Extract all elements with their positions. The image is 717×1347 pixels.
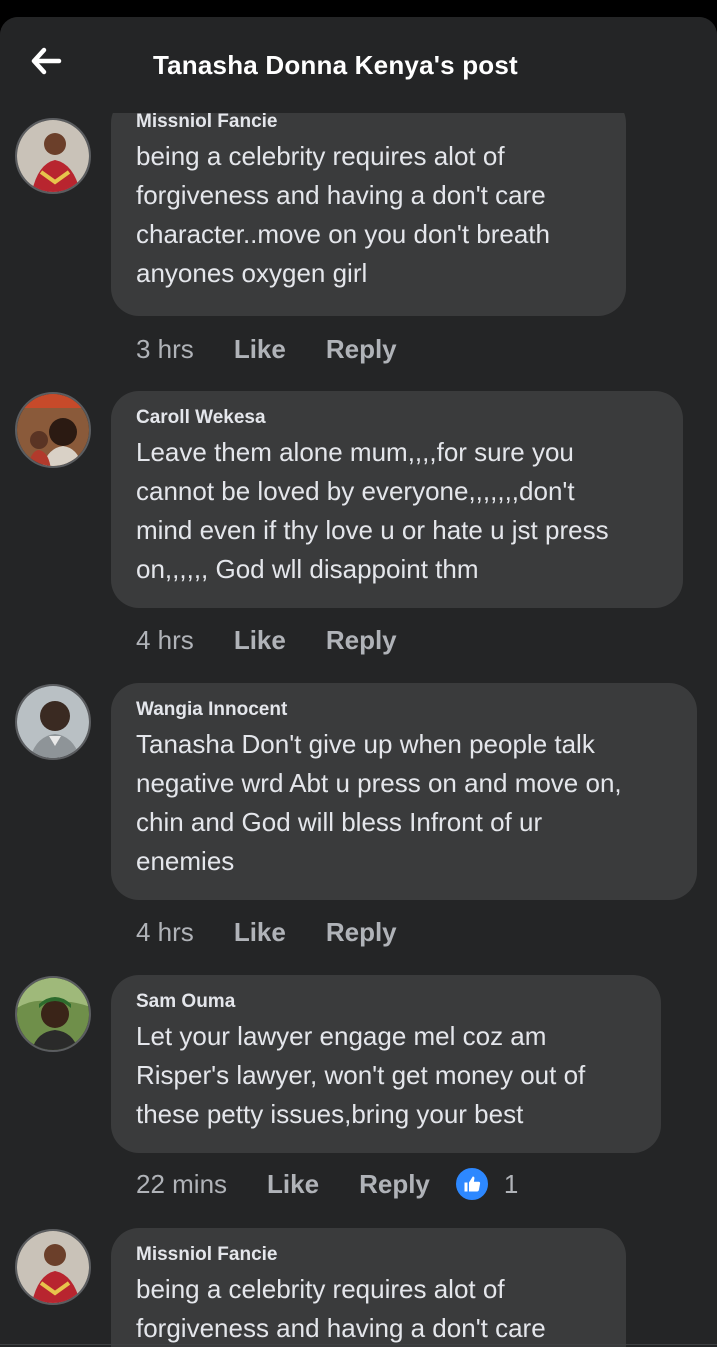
comment-bubble[interactable]: Caroll Wekesa Leave them alone mum,,,,fo… — [111, 391, 683, 608]
thumbs-up-icon — [453, 1166, 490, 1202]
comment-bubble[interactable]: Wangia Innocent Tanasha Don't give up wh… — [111, 683, 697, 900]
comment-time[interactable]: 4 hrs — [136, 917, 194, 948]
comment-line: enemies — [136, 846, 235, 876]
comment-time[interactable]: 4 hrs — [136, 625, 194, 656]
comment-actions: 22 mins Like Reply 1 — [136, 1164, 518, 1204]
top-bar: Tanasha Donna Kenya's post — [0, 17, 717, 113]
comment-bubble[interactable]: Missniol Fancie being a celebrity requir… — [111, 1228, 626, 1347]
comment-text: being a celebrity requires alot of forgi… — [136, 137, 600, 293]
comment-line: Let your lawyer engage mel coz am — [136, 1021, 547, 1051]
comment-line: chin and God will bless Infront of ur — [136, 807, 543, 837]
back-button[interactable] — [22, 41, 70, 81]
avatar[interactable] — [15, 118, 91, 194]
comment-line: on,,,,,, God wll disappoint thm — [136, 554, 479, 584]
comment-author[interactable]: Missniol Fancie — [136, 1242, 600, 1268]
reply-button[interactable]: Reply — [359, 1169, 430, 1200]
comment-text: Let your lawyer engage mel coz am Risper… — [136, 1017, 635, 1134]
avatar[interactable] — [15, 1229, 91, 1305]
avatar[interactable] — [15, 392, 91, 468]
comment-line: negative wrd Abt u press on and move on, — [136, 768, 622, 798]
arrow-left-icon — [31, 47, 62, 75]
comment-line: cannot be loved by everyone,,,,,,,don't — [136, 476, 575, 506]
avatar[interactable] — [15, 684, 91, 760]
like-button[interactable]: Like — [234, 625, 286, 656]
comment-text: being a celebrity requires alot of forgi… — [136, 1270, 600, 1347]
comment-actions: 3 hrs Like Reply — [136, 329, 437, 369]
reply-button[interactable]: Reply — [326, 917, 397, 948]
comment-line: Risper's lawyer, won't get money out of — [136, 1060, 586, 1090]
like-button[interactable]: Like — [267, 1169, 319, 1200]
screen: Missniol Fancie being a celebrity requir… — [0, 17, 717, 1347]
comment-line: mind even if thy love u or hate u jst pr… — [136, 515, 609, 545]
comment-line: being a celebrity requires alot of — [136, 141, 505, 171]
comment-actions: 4 hrs Like Reply — [136, 620, 437, 660]
comment-author[interactable]: Wangia Innocent — [136, 697, 671, 723]
comment-line: being a celebrity requires alot of — [136, 1274, 505, 1304]
comment-line: these petty issues,bring your best — [136, 1099, 524, 1129]
comment-line: forgiveness and having a don't care — [136, 180, 546, 210]
comment-line: forgiveness and having a don't care — [136, 1313, 546, 1343]
like-button[interactable]: Like — [234, 917, 286, 948]
comment-author[interactable]: Caroll Wekesa — [136, 405, 657, 431]
comment-time[interactable]: 3 hrs — [136, 334, 194, 365]
comment-text: Leave them alone mum,,,,for sure you can… — [136, 433, 657, 589]
divider — [0, 1344, 717, 1345]
reply-button[interactable]: Reply — [326, 334, 397, 365]
comment-actions: 4 hrs Like Reply — [136, 912, 437, 952]
comment-time[interactable]: 22 mins — [136, 1169, 227, 1200]
comment-text: Tanasha Don't give up when people talk n… — [136, 725, 671, 881]
reaction-count: 1 — [503, 1168, 519, 1199]
page-title: Tanasha Donna Kenya's post — [153, 50, 518, 80]
like-button[interactable]: Like — [234, 334, 286, 365]
comment-bubble[interactable]: Sam Ouma Let your lawyer engage mel coz … — [111, 975, 661, 1153]
comment-line: character..move on you don't breath — [136, 219, 550, 249]
comment-line: anyones oxygen girl — [136, 258, 368, 288]
comment-line: Tanasha Don't give up when people talk — [136, 729, 595, 759]
avatar[interactable] — [15, 976, 91, 1052]
comment-line: Leave them alone mum,,,,for sure you — [136, 437, 574, 467]
reply-button[interactable]: Reply — [326, 625, 397, 656]
reaction-summary[interactable]: 1 — [453, 1166, 519, 1202]
comment-author[interactable]: Sam Ouma — [136, 989, 635, 1015]
comment-bubble[interactable]: Missniol Fancie being a celebrity requir… — [111, 95, 626, 316]
